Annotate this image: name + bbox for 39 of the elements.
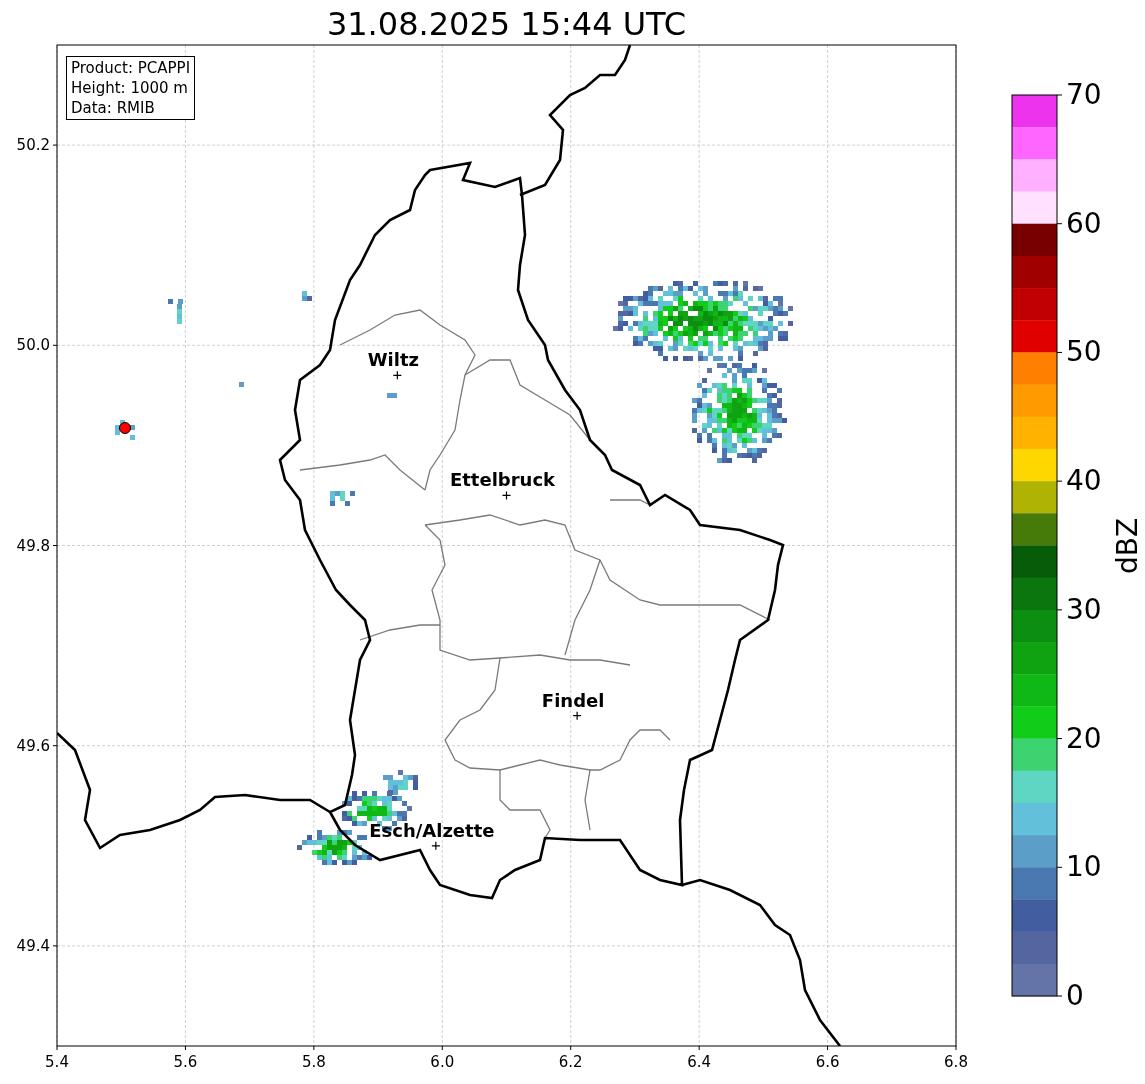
axis-tick-label: 5.6	[173, 1053, 198, 1071]
axis-tick-label: 49.4	[15, 936, 50, 955]
city-marker	[392, 370, 402, 380]
axis-tick-label: 50.2	[15, 136, 50, 155]
colorbar-label: dBZ	[1112, 517, 1145, 575]
axis-tick-label: 5.4	[45, 1053, 69, 1071]
axis-tick-label: 6.2	[558, 1053, 583, 1071]
colorbar-tick-label: 30	[1066, 593, 1102, 626]
info-text: Data: RMIB	[71, 98, 156, 118]
axis-tick-label: 6.4	[687, 1053, 712, 1071]
city-marker	[501, 490, 512, 501]
chart-title: 31.08.2025 15:44 UTC	[325, 4, 688, 44]
axis-tick-label: 5.8	[301, 1053, 326, 1071]
colorbar-tick-label: 40	[1066, 465, 1102, 498]
city-label: Findel	[541, 689, 605, 711]
city-label: Ettelbruck	[449, 469, 556, 491]
radar-site-icon	[119, 422, 131, 434]
city-label: Wiltz	[367, 349, 419, 371]
info-text: Height: 1000 m	[71, 78, 189, 98]
radar-echo-cluster	[239, 382, 244, 387]
radar-echo-cluster	[387, 393, 397, 398]
radar-echo-cluster	[330, 491, 355, 506]
axis-tick-label: 50.0	[15, 336, 50, 355]
info-text: Product: PCAPPI	[71, 58, 191, 78]
colorbar-tick-label: 10	[1066, 851, 1102, 884]
city-marker	[431, 841, 441, 851]
axis-tick-label: 6.6	[815, 1053, 840, 1071]
radar-echo-cluster	[302, 291, 312, 301]
axis-tick-label: 49.8	[15, 536, 50, 555]
colorbar-tick-label: 50	[1066, 336, 1102, 369]
colorbar-tick-label: 20	[1066, 722, 1102, 755]
colorbar-tick-label: 0	[1066, 980, 1084, 1012]
axis-tick-label: 49.6	[15, 736, 50, 755]
axis-tick-label: 6.0	[430, 1053, 455, 1071]
colorbar-tick-label: 70	[1066, 79, 1102, 111]
city-label: Esch/Alzette	[369, 819, 495, 841]
city-marker	[572, 711, 582, 721]
axis-tick-label: 6.8	[944, 1053, 968, 1071]
colorbar-tick-label: 60	[1066, 207, 1102, 240]
